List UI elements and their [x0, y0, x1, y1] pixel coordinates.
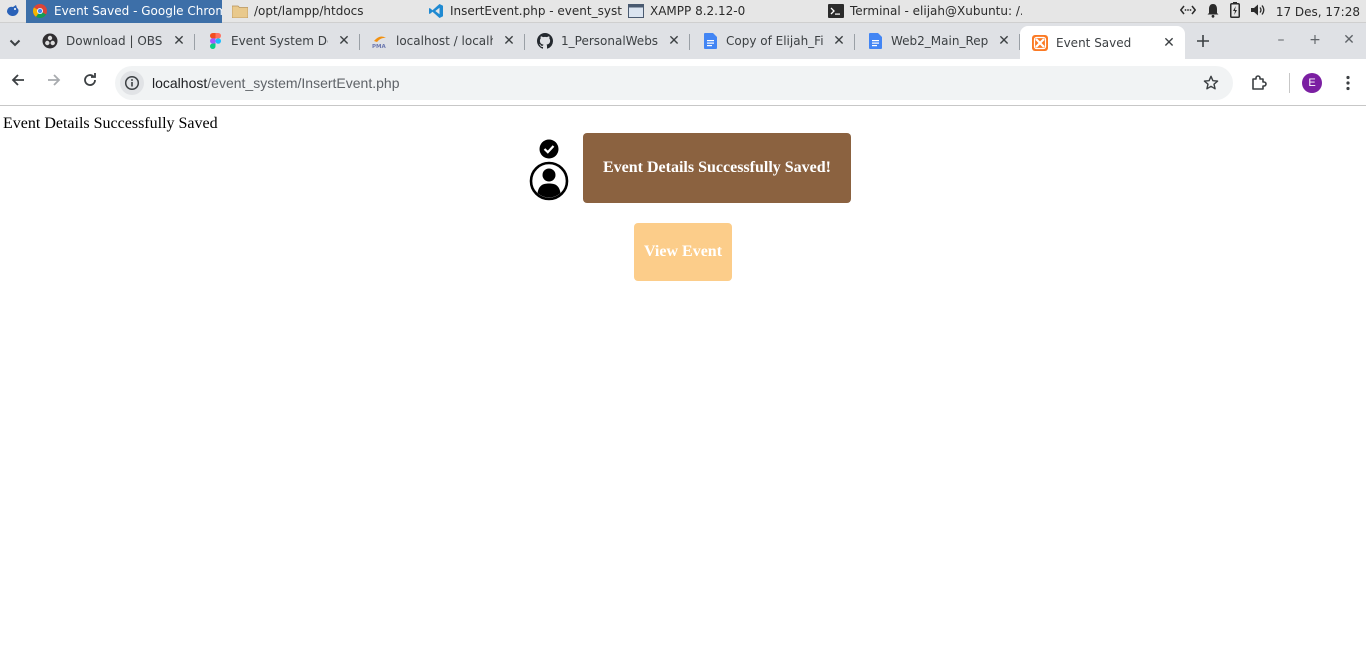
kebab-menu-icon[interactable]	[1330, 75, 1366, 91]
taskbar-item-xampp[interactable]: XAMPP 8.2.12-0	[622, 0, 822, 23]
view-event-button[interactable]: View Event	[634, 223, 732, 281]
tab-event-saved[interactable]: Event Saved ✕	[1020, 26, 1185, 59]
tab-strip: Download | OBS ✕ Event System De ✕ PMA l…	[0, 23, 1366, 59]
network-icon[interactable]	[1179, 4, 1196, 19]
folder-icon	[232, 3, 248, 19]
site-info-icon[interactable]	[120, 71, 144, 95]
battery-icon[interactable]	[1229, 2, 1240, 21]
clock[interactable]: 17 Des, 17:28	[1276, 5, 1360, 19]
status-message: Event Details Successfully Saved	[3, 115, 218, 132]
vscode-icon	[428, 3, 444, 19]
system-tray: 17 Des, 17:28	[1179, 0, 1366, 23]
profile-avatar[interactable]: E	[1302, 72, 1322, 93]
github-icon	[537, 33, 553, 49]
terminal-icon	[828, 3, 844, 19]
tab-google-doc-copy[interactable]: Copy of Elijah_Fi ✕	[690, 26, 855, 56]
tab-title: Copy of Elijah_Fi	[726, 34, 823, 48]
url-text: localhost/event_system/InsertEvent.php	[152, 75, 399, 91]
tab-title: 1_PersonalWebs	[561, 34, 658, 48]
plus-icon	[1196, 29, 1210, 53]
tab-search-button[interactable]	[0, 26, 30, 56]
taskbar-item-label: Event Saved - Google Chrome	[54, 4, 222, 18]
notification-bell-icon[interactable]	[1206, 3, 1220, 21]
desktop-panel: Event Saved - Google Chrome /opt/lampp/h…	[0, 0, 1366, 23]
volume-icon[interactable]	[1250, 3, 1266, 20]
success-banner: Event Details Successfully Saved!	[583, 133, 851, 203]
close-icon[interactable]: ✕	[996, 33, 1012, 49]
maximize-icon[interactable]: +	[1298, 32, 1332, 48]
window-icon	[628, 3, 644, 19]
page-content: Event Details Successfully Saved Event D…	[0, 107, 1366, 657]
obs-icon	[42, 33, 58, 49]
phpmyadmin-icon: PMA	[372, 33, 388, 49]
url-host: localhost	[152, 75, 208, 91]
chrome-icon	[32, 3, 48, 19]
forward-button[interactable]	[36, 64, 72, 100]
window-controls: – + ✕	[1264, 23, 1366, 57]
taskbar-item-label: /opt/lampp/htdocs	[254, 4, 364, 18]
tab-title: localhost / localh	[396, 34, 493, 48]
tab-github[interactable]: 1_PersonalWebs ✕	[525, 26, 690, 56]
chevron-down-icon	[9, 32, 21, 51]
arrow-right-icon	[46, 72, 62, 92]
reload-icon	[82, 72, 98, 92]
taskbar-item-label: InsertEvent.php - event_syst...	[450, 4, 622, 18]
tab-google-doc-web2[interactable]: Web2_Main_Rep ✕	[855, 26, 1020, 56]
toolbar-divider	[1289, 72, 1290, 93]
tab-phpmyadmin[interactable]: PMA localhost / localh ✕	[360, 26, 525, 56]
user-check-icon	[529, 135, 569, 201]
close-icon[interactable]: ✕	[666, 33, 682, 49]
tab-title: Web2_Main_Rep	[891, 34, 988, 48]
whisker-menu-icon[interactable]	[0, 0, 26, 23]
tab-title: Download | OBS	[66, 34, 163, 48]
xampp-icon	[1032, 34, 1048, 51]
address-bar[interactable]: localhost/event_system/InsertEvent.php	[115, 66, 1233, 100]
close-icon[interactable]: ✕	[171, 33, 187, 49]
back-button[interactable]	[0, 64, 36, 100]
bookmark-star-icon[interactable]	[1203, 75, 1219, 91]
minimize-icon[interactable]: –	[1264, 32, 1298, 48]
close-icon[interactable]: ✕	[1161, 35, 1177, 51]
taskbar-item-label: Terminal - elijah@Xubuntu: /...	[850, 4, 1022, 18]
tab-figma[interactable]: Event System De ✕	[195, 26, 360, 56]
taskbar-item-terminal[interactable]: Terminal - elijah@Xubuntu: /...	[822, 0, 1022, 23]
extensions-icon[interactable]	[1241, 74, 1277, 92]
browser-toolbar: localhost/event_system/InsertEvent.php E	[0, 59, 1366, 106]
url-path: /event_system/InsertEvent.php	[207, 75, 400, 91]
google-docs-icon	[702, 33, 718, 49]
taskbar-item-vscode[interactable]: InsertEvent.php - event_syst...	[422, 0, 622, 23]
toolbar-actions: E	[1241, 59, 1366, 106]
tab-title: Event System De	[231, 34, 328, 48]
google-docs-icon	[867, 33, 883, 49]
tab-title: Event Saved	[1056, 35, 1132, 50]
close-icon[interactable]: ✕	[831, 33, 847, 49]
close-icon[interactable]: ✕	[336, 33, 352, 49]
arrow-left-icon	[10, 72, 26, 92]
svg-text:PMA: PMA	[372, 44, 387, 49]
reload-button[interactable]	[72, 64, 108, 100]
close-window-icon[interactable]: ✕	[1332, 32, 1366, 48]
taskbar-item-chrome[interactable]: Event Saved - Google Chrome	[26, 0, 222, 23]
close-icon[interactable]: ✕	[501, 33, 517, 49]
figma-icon	[207, 33, 223, 49]
taskbar-item-label: XAMPP 8.2.12-0	[650, 4, 746, 18]
taskbar-item-files[interactable]: /opt/lampp/htdocs	[226, 0, 422, 23]
confirmation-row: Event Details Successfully Saved!	[529, 133, 851, 203]
new-tab-button[interactable]	[1185, 26, 1221, 56]
tab-obs[interactable]: Download | OBS ✕	[30, 26, 195, 56]
